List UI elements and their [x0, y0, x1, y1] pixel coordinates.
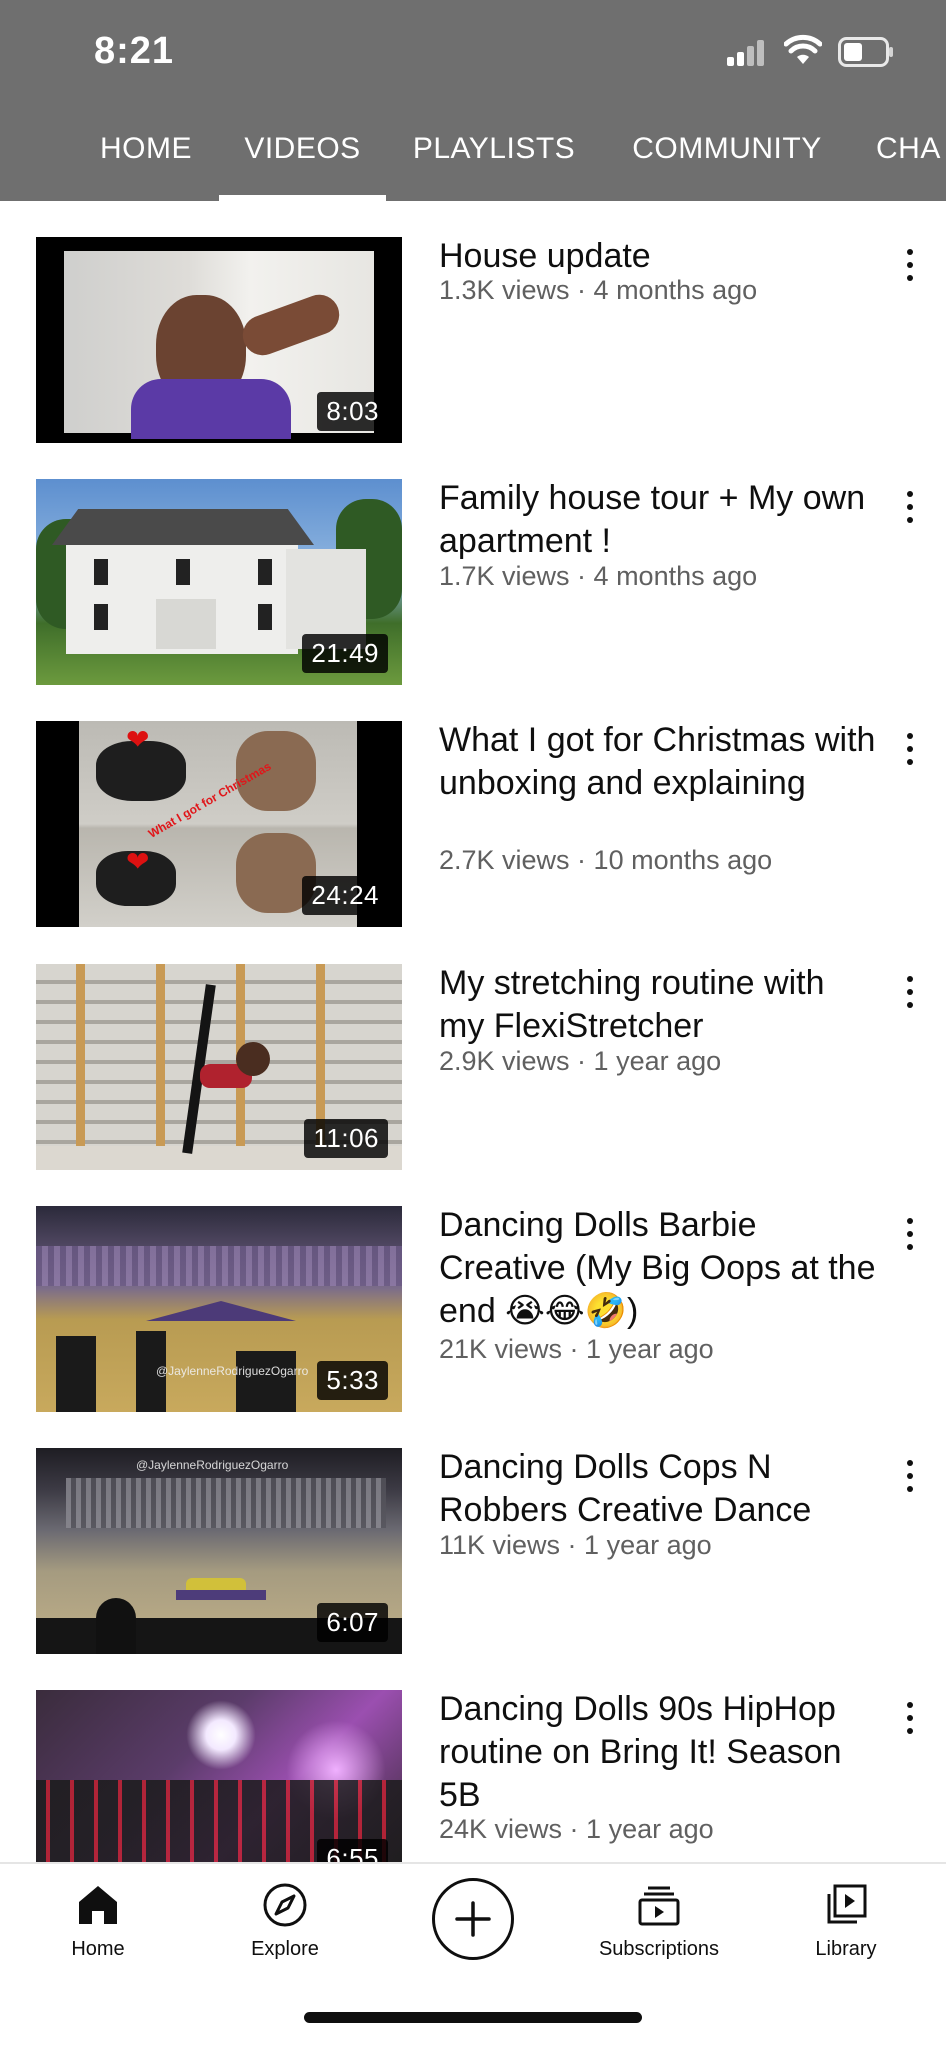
more-options-icon[interactable] — [896, 970, 924, 1014]
video-title[interactable]: Dancing Dolls 90s HipHop routine on Brin… — [439, 1688, 879, 1817]
video-title[interactable]: My stretching routine with my FlexiStret… — [439, 962, 879, 1048]
video-item[interactable]: @JaylenneRodriguezOgarro 5:33 Dancing Do… — [0, 1206, 946, 1412]
video-duration: 6:55 — [317, 1839, 388, 1862]
video-thumbnail[interactable]: @JaylenneRodriguezOgarro 5:33 — [36, 1206, 402, 1412]
nav-subscriptions[interactable]: Subscriptions — [579, 1882, 739, 1982]
tab-home[interactable]: HOME — [100, 126, 192, 201]
video-thumbnail[interactable]: 6:55 — [36, 1690, 402, 1862]
video-title[interactable]: House update — [439, 235, 879, 278]
nav-home[interactable]: Home — [18, 1882, 178, 1982]
nav-library[interactable]: Library — [766, 1882, 926, 1982]
heart-icon: ❤ — [126, 846, 150, 877]
nav-label: Home — [71, 1938, 125, 1960]
video-thumbnail[interactable]: 21:49 — [36, 479, 402, 685]
channel-header: 8:21 HOME VIDEOS PLAYLISTS COMMUNITY CHA — [0, 0, 946, 201]
video-meta: 24K views · 1 year ago — [439, 1814, 714, 1844]
tab-label: HOME — [100, 132, 192, 165]
video-item[interactable]: ❤ ❤ What I got for Christmas 24:24 What … — [0, 721, 946, 927]
nav-label: Library — [815, 1938, 877, 1960]
cellular-signal-icon — [727, 40, 767, 66]
more-options-icon[interactable] — [896, 1454, 924, 1498]
video-meta: 1.3K views · 4 months ago — [439, 275, 758, 305]
tab-community[interactable]: COMMUNITY — [627, 126, 827, 201]
video-duration: 6:07 — [317, 1603, 388, 1642]
video-duration: 21:49 — [302, 634, 388, 673]
thumbnail-watermark: @JaylenneRodriguezOgarro — [156, 1364, 309, 1378]
channel-tabs: HOME VIDEOS PLAYLISTS COMMUNITY CHA — [0, 126, 946, 201]
video-title[interactable]: Family house tour + My own apartment ! — [439, 477, 879, 563]
video-item[interactable]: 8:03 House update 1.3K views · 4 months … — [0, 237, 946, 443]
video-thumbnail[interactable]: @JaylenneRodriguezOgarro 6:07 — [36, 1448, 402, 1654]
video-item[interactable]: 21:49 Family house tour + My own apartme… — [0, 479, 946, 685]
active-tab-indicator — [219, 195, 386, 201]
library-icon — [827, 1884, 867, 1924]
battery-icon — [838, 37, 893, 67]
home-indicator — [304, 2012, 642, 2023]
more-options-icon[interactable] — [896, 727, 924, 771]
video-duration: 8:03 — [317, 392, 388, 431]
video-title[interactable]: Dancing Dolls Cops N Robbers Creative Da… — [439, 1446, 879, 1532]
tab-playlists[interactable]: PLAYLISTS — [409, 126, 579, 201]
video-duration: 11:06 — [304, 1119, 388, 1158]
compass-icon — [263, 1883, 307, 1927]
home-icon — [79, 1886, 117, 1924]
video-meta: 1.7K views · 4 months ago — [439, 561, 758, 591]
tab-label: PLAYLISTS — [412, 132, 576, 165]
more-options-icon[interactable] — [896, 243, 924, 287]
more-options-icon[interactable] — [896, 485, 924, 529]
video-meta: 2.7K views · 10 months ago — [439, 845, 773, 875]
plus-icon — [455, 1901, 491, 1937]
video-item[interactable]: 11:06 My stretching routine with my Flex… — [0, 964, 946, 1170]
tab-label: CHA — [876, 132, 941, 165]
subscriptions-icon — [638, 1886, 680, 1926]
video-thumbnail[interactable]: ❤ ❤ What I got for Christmas 24:24 — [36, 721, 402, 927]
video-title[interactable]: What I got for Christmas with unboxing a… — [439, 719, 879, 805]
nav-explore[interactable]: Explore — [205, 1882, 365, 1982]
video-title[interactable]: Dancing Dolls Barbie Creative (My Big Oo… — [439, 1204, 879, 1333]
more-options-icon[interactable] — [896, 1212, 924, 1256]
thumbnail-watermark: @JaylenneRodriguezOgarro — [136, 1458, 289, 1472]
tab-videos[interactable]: VIDEOS — [219, 126, 386, 201]
nav-label: Subscriptions — [598, 1938, 720, 1960]
heart-icon: ❤ — [126, 724, 150, 755]
create-button[interactable] — [432, 1878, 514, 1960]
video-thumbnail[interactable]: 8:03 — [36, 237, 402, 443]
video-meta: 11K views · 1 year ago — [439, 1530, 712, 1560]
video-meta: 2.9K views · 1 year ago — [439, 1046, 722, 1076]
status-time: 8:21 — [94, 30, 175, 72]
more-options-icon[interactable] — [896, 1696, 924, 1740]
video-duration: 24:24 — [302, 876, 388, 915]
tab-label: COMMUNITY — [632, 132, 822, 165]
video-meta: 21K views · 1 year ago — [439, 1334, 714, 1364]
tab-channels[interactable]: CHA — [876, 126, 946, 201]
video-duration: 5:33 — [317, 1361, 388, 1400]
nav-label: Explore — [251, 1938, 319, 1960]
video-item[interactable]: @JaylenneRodriguezOgarro 6:07 Dancing Do… — [0, 1448, 946, 1654]
wifi-icon — [784, 34, 822, 64]
tab-label: VIDEOS — [244, 132, 361, 165]
video-thumbnail[interactable]: 11:06 — [36, 964, 402, 1170]
